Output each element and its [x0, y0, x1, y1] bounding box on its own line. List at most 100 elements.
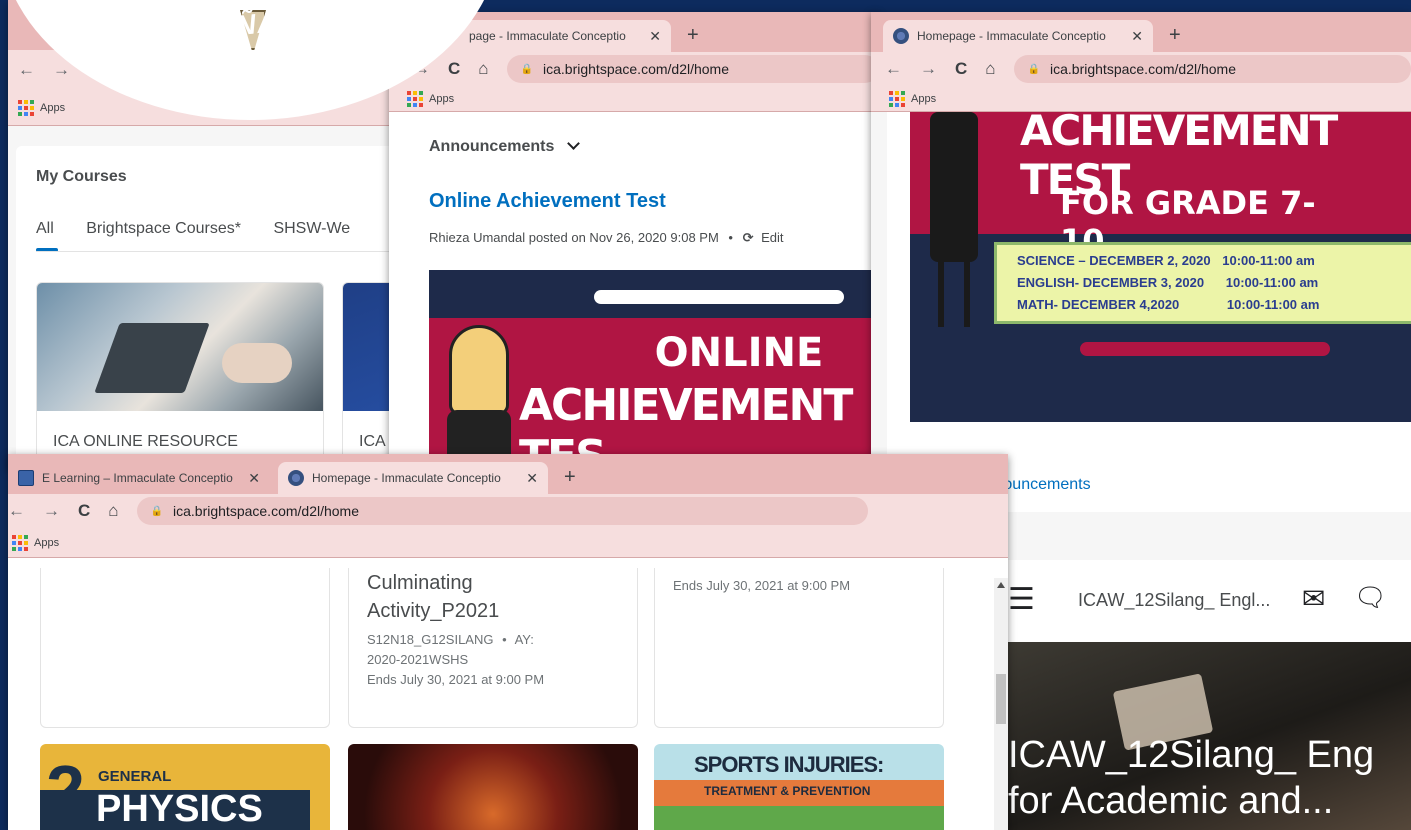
schedule-subject: ENGLISH- DECEMBER 3, 2020	[1017, 275, 1205, 290]
lock-icon: 🔒	[1027, 63, 1041, 75]
chevron-down-icon[interactable]	[566, 137, 580, 150]
new-tab-icon[interactable]: +	[564, 466, 576, 489]
url-text: ica.brightspace.com/d2l/home	[543, 61, 730, 77]
tab-strip: Homepage - Immaculate Conceptio ✕ +	[871, 12, 1411, 52]
mail-icon[interactable]: ✉	[1302, 582, 1325, 615]
browser-toolbar: ← → C ⌂ 🔒 ica.brightspace.com/d2l/home	[8, 494, 1008, 528]
tab-title: Homepage - Immaculate Conceptio	[917, 29, 1106, 43]
announcement-meta: Rhieza Umandal posted on Nov 26, 2020 9:…	[429, 230, 784, 246]
forward-icon[interactable]: →	[920, 59, 937, 79]
courses-page: My Courses All Brightspace Courses* SHSW…	[8, 126, 408, 470]
tabs-divider	[36, 251, 408, 252]
course-card-general-physics[interactable]: 2 GENERAL PHYSICS	[40, 744, 330, 830]
chat-icon[interactable]: 🗨	[1354, 582, 1387, 613]
globe-favicon-icon	[288, 470, 304, 486]
course-card-empty[interactable]	[40, 568, 330, 728]
back-icon[interactable]: ←	[885, 59, 902, 79]
reload-icon[interactable]: C	[955, 59, 967, 79]
tab-brightspace-courses[interactable]: Brightspace Courses*	[86, 220, 241, 237]
browser-chrome: E Learning – Immaculate Conceptio ✕ Home…	[8, 454, 1008, 558]
url-text: ica.brightspace.com/d2l/home	[173, 503, 360, 519]
mobile-course-panel: ☰ ICAW_12Silang_ Engl... ✉ 🗨 ICAW_12Sila…	[1008, 560, 1411, 830]
new-tab-icon[interactable]: +	[687, 24, 699, 47]
scroll-up-arrow[interactable]	[997, 582, 1005, 588]
edit-history-icon[interactable]: ⟳	[743, 230, 754, 245]
close-tab-icon[interactable]: ✕	[248, 470, 260, 487]
sports-subtitle: TREATMENT & PREVENTION	[704, 784, 871, 798]
forward-icon[interactable]: →	[43, 501, 60, 521]
apps-bookmark[interactable]: Apps	[911, 93, 936, 105]
poster-woman-legs	[938, 262, 970, 327]
achievement-poster: ACHIEVEMENT TEST FOR GRADE 7-10 SCIENCE …	[910, 112, 1411, 422]
apps-bookmark[interactable]: Apps	[429, 93, 454, 105]
back-icon[interactable]: ←	[8, 501, 25, 521]
course-card-right[interactable]: Ends July 30, 2021 at 9:00 PM	[654, 568, 944, 728]
announcement-browser-window: page - Immaculate Conceptio ✕ + → C ⌂ 🔒 …	[389, 12, 879, 472]
apps-bookmark[interactable]: Apps	[34, 537, 59, 549]
course-card-ica-online-resource[interactable]: ICA ONLINE RESOURCE	[36, 282, 324, 470]
announcement-title-link[interactable]: Online Achievement Test	[429, 190, 666, 213]
new-tab-icon[interactable]: +	[1169, 24, 1181, 47]
edit-link[interactable]: Edit	[761, 230, 783, 245]
browser-toolbar: → C ⌂ 🔒 ica.brightspace.com/d2l/home	[389, 52, 879, 86]
tab-all[interactable]: All	[36, 220, 54, 237]
tab-title: page - Immaculate Conceptio	[469, 29, 626, 43]
tab-homepage[interactable]: Homepage - Immaculate Conceptio ✕	[883, 20, 1153, 52]
reload-icon[interactable]: C	[78, 501, 90, 521]
schedule-row: SCIENCE – DECEMBER 2, 2020 10:00-11:00 a…	[1017, 253, 1315, 268]
apps-grid-icon	[18, 99, 34, 116]
course-card-sports-injuries[interactable]: SPORTS INJURIES: TREATMENT & PREVENTION	[654, 744, 944, 830]
tab-shsw[interactable]: SHSW-We	[273, 220, 350, 237]
back-icon[interactable]: ←	[18, 60, 35, 80]
close-tab-icon[interactable]: ✕	[526, 470, 538, 487]
post-meta-text: Rhieza Umandal posted on Nov 26, 2020 9:…	[429, 230, 719, 245]
address-bar[interactable]: 🔒 ica.brightspace.com/d2l/home	[136, 497, 868, 525]
vertical-scrollbar[interactable]	[994, 578, 1008, 830]
forward-icon[interactable]: →	[53, 60, 70, 80]
poster-schedule-box: SCIENCE – DECEMBER 2, 2020 10:00-11:00 a…	[994, 242, 1411, 324]
online-achievement-poster: ONLINE ACHIEVEMENT TES	[429, 270, 879, 472]
desk-laptop-photo	[37, 283, 323, 411]
course-ay-value: 2020-2021WSHS	[367, 652, 469, 667]
close-tab-icon[interactable]: ✕	[649, 28, 661, 45]
code-separator: •	[502, 632, 507, 647]
course-title-line2: Activity_P2021	[367, 600, 500, 622]
lock-icon: 🔒	[520, 63, 534, 75]
announcements-heading[interactable]: Announcements	[429, 137, 580, 156]
apps-bookmark[interactable]: Apps	[40, 102, 65, 114]
address-bar[interactable]: 🔒 ica.brightspace.com/d2l/home	[506, 55, 879, 83]
announcement-card: ACHIEVEMENT TEST FOR GRADE 7-10 SCIENCE …	[887, 112, 1411, 512]
school-favicon-icon	[18, 470, 34, 486]
course-navbar: ☰ ICAW_12Silang_ Engl... ✉ 🗨	[1008, 560, 1411, 642]
close-tab-icon[interactable]: ✕	[1131, 28, 1143, 45]
home-icon[interactable]: ⌂	[108, 501, 118, 521]
course-card-culminating[interactable]: Culminating Activity_P2021 S12N18_G12SIL…	[348, 568, 638, 728]
tab-e-learning[interactable]: E Learning – Immaculate Conceptio ✕	[8, 462, 270, 494]
apps-grid-icon	[12, 534, 28, 551]
course-title: ICA ONLINE RESOURCE	[53, 433, 238, 450]
tab-homepage[interactable]: Homepage - Immaculate Conceptio ✕	[278, 462, 548, 494]
course-list-page: Culminating Activity_P2021 S12N18_G12SIL…	[8, 568, 1008, 830]
course-code: S12N18_G12SILANG	[367, 632, 494, 647]
course-end-date: Ends July 30, 2021 at 9:00 PM	[367, 672, 545, 687]
address-bar[interactable]: 🔒 ica.brightspace.com/d2l/home	[1013, 55, 1411, 83]
url-text: ica.brightspace.com/d2l/home	[1050, 61, 1237, 77]
course-title-line1: Culminating	[367, 572, 473, 594]
schedule-subject: SCIENCE – DECEMBER 2, 2020	[1017, 253, 1211, 268]
home-icon[interactable]: ⌂	[985, 59, 995, 79]
scroll-thumb[interactable]	[996, 674, 1006, 724]
apps-grid-icon	[889, 90, 905, 107]
schedule-time: 10:00-11:00 am	[1222, 253, 1315, 268]
hero-title-line2: for Academic and...	[1008, 780, 1334, 822]
course-ay-label: AY:	[514, 632, 534, 647]
schedule-row: MATH- DECEMBER 4,2020 10:00-11:00 am	[1017, 297, 1319, 312]
reload-icon[interactable]: C	[448, 59, 460, 79]
course-nav-title[interactable]: ICAW_12Silang_ Engl...	[1078, 590, 1270, 611]
home-icon[interactable]: ⌂	[478, 59, 488, 79]
sports-field	[654, 806, 944, 830]
physics-big-text: PHYSICS	[96, 788, 263, 830]
hamburger-menu-icon[interactable]: ☰	[1008, 582, 1035, 617]
logo-text: MARIÑAS, CA	[158, 0, 359, 50]
tab-title: Homepage - Immaculate Conceptio	[312, 471, 501, 485]
course-card-candle[interactable]	[348, 744, 638, 830]
